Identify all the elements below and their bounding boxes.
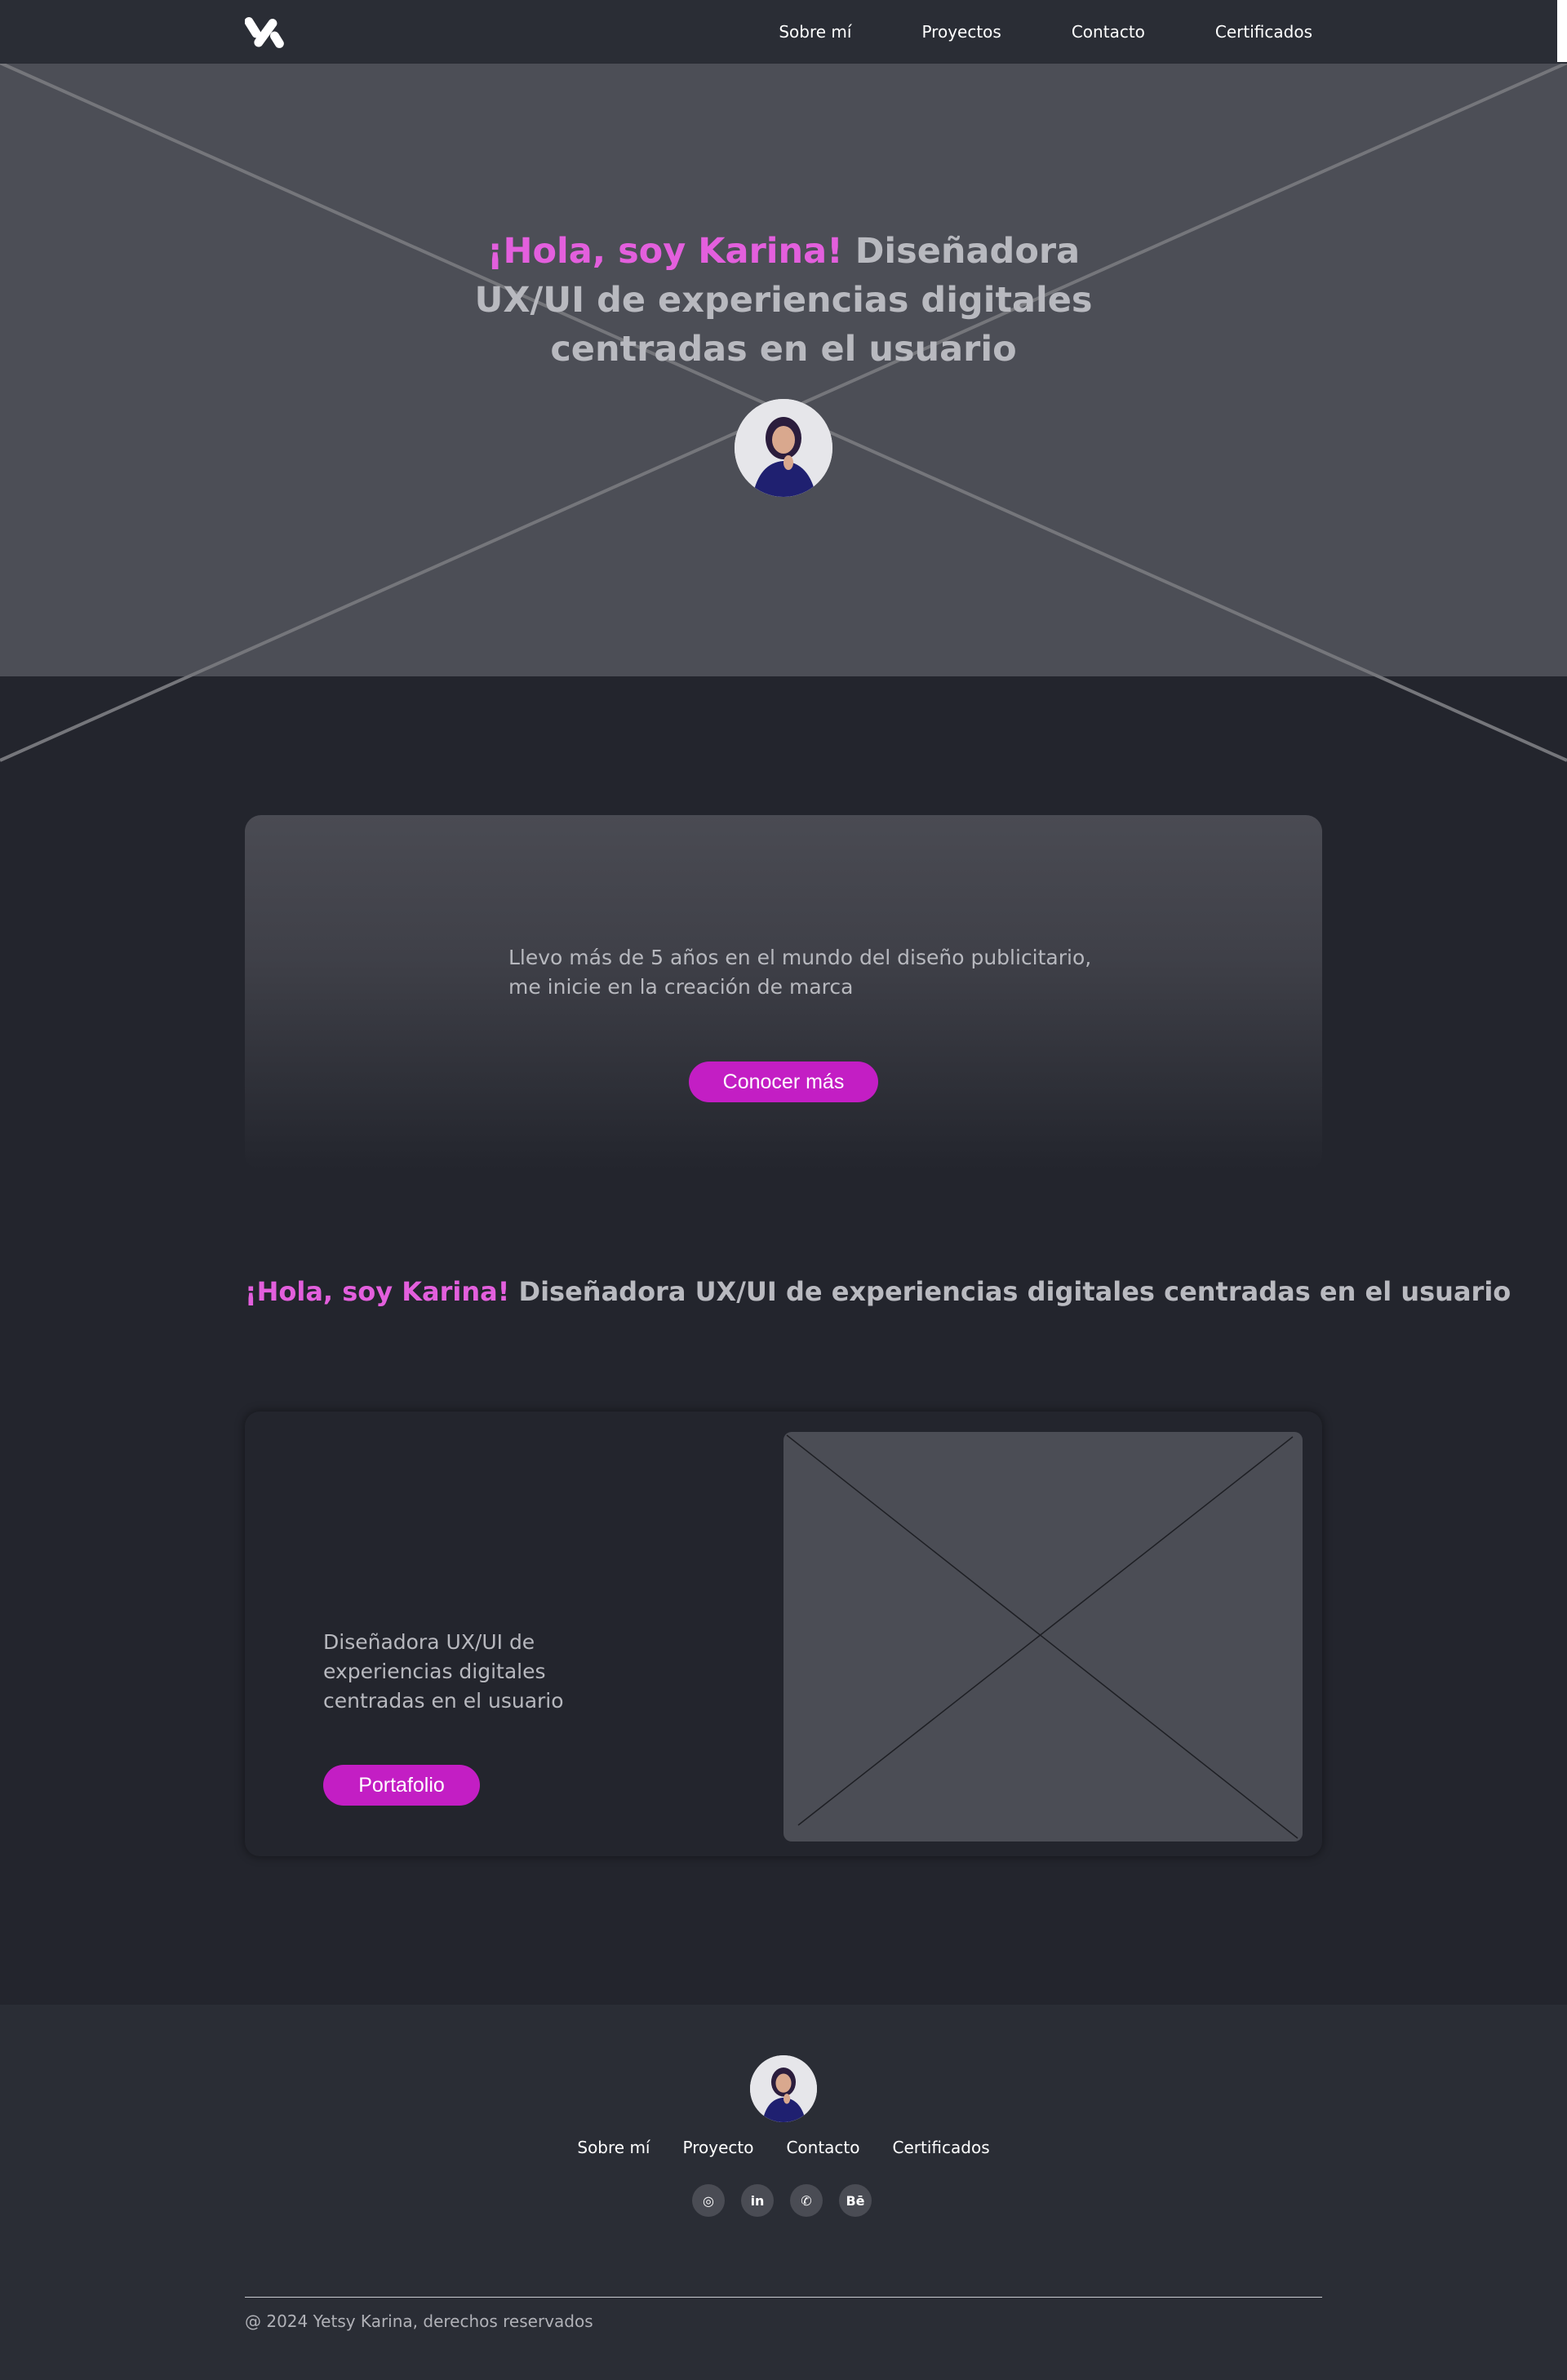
copyright-text: @ 2024 Yetsy Karina, derechos reservados	[245, 2311, 593, 2331]
nav-link-certificados[interactable]: Certificados	[1215, 22, 1312, 42]
portafolio-button[interactable]: Portafolio	[323, 1765, 480, 1806]
scrollbar-edge	[1557, 0, 1567, 62]
project-image-placeholder	[784, 1432, 1303, 1842]
intro-headline: ¡Hola, soy Karina! Diseñadora UX/UI de e…	[245, 1271, 1511, 1312]
footer-link-certificados[interactable]: Certificados	[893, 2138, 990, 2157]
footer-avatar	[750, 2055, 817, 2122]
about-card: Llevo más de 5 años en el mundo del dise…	[245, 815, 1322, 1170]
footer-links: Sobre mí Proyecto Contacto Certificados	[0, 2138, 1567, 2157]
footer-link-contacto[interactable]: Contacto	[786, 2138, 859, 2157]
avatar-photo	[750, 2055, 817, 2122]
instagram-icon[interactable]: ◎	[692, 2184, 725, 2217]
linkedin-icon[interactable]: in	[741, 2184, 774, 2217]
hero-avatar	[735, 399, 832, 497]
logo-icon[interactable]	[245, 15, 286, 49]
nav-links: Sobre mí Proyectos Contacto Certificados	[708, 0, 1312, 64]
hero-section: ¡Hola, soy Karina! Diseñadora UX/UI de e…	[0, 64, 1567, 676]
footer-link-sobre-mi[interactable]: Sobre mí	[577, 2138, 650, 2157]
social-links: ◎ in ✆ Bē	[692, 2184, 872, 2217]
project-card: Diseñadora UX/UI de experiencias digital…	[245, 1412, 1322, 1856]
project-text: Diseñadora UX/UI de experiencias digital…	[323, 1630, 564, 1713]
top-navbar: Sobre mí Proyectos Contacto Certificados	[0, 0, 1567, 64]
about-text: Llevo más de 5 años en el mundo del dise…	[508, 946, 1092, 999]
nav-link-sobre-mi[interactable]: Sobre mí	[779, 22, 851, 42]
nav-link-contacto[interactable]: Contacto	[1072, 22, 1145, 42]
image-placeholder-icon	[786, 1434, 1298, 1839]
nav-link-proyectos[interactable]: Proyectos	[921, 22, 1001, 42]
intro-greeting: ¡Hola, soy Karina!	[245, 1276, 510, 1307]
behance-icon[interactable]: Bē	[839, 2184, 872, 2217]
conocer-mas-button[interactable]: Conocer más	[689, 1061, 878, 1102]
avatar-photo	[735, 399, 832, 497]
footer-divider	[245, 2297, 1322, 2298]
whatsapp-icon[interactable]: ✆	[790, 2184, 823, 2217]
footer-link-proyecto[interactable]: Proyecto	[683, 2138, 754, 2157]
hero-greeting: ¡Hola, soy Karina!	[486, 231, 843, 272]
intro-tagline: Diseñadora UX/UI de experiencias digital…	[509, 1276, 1512, 1307]
hero-title: ¡Hola, soy Karina! Diseñadora UX/UI de e…	[457, 227, 1110, 374]
